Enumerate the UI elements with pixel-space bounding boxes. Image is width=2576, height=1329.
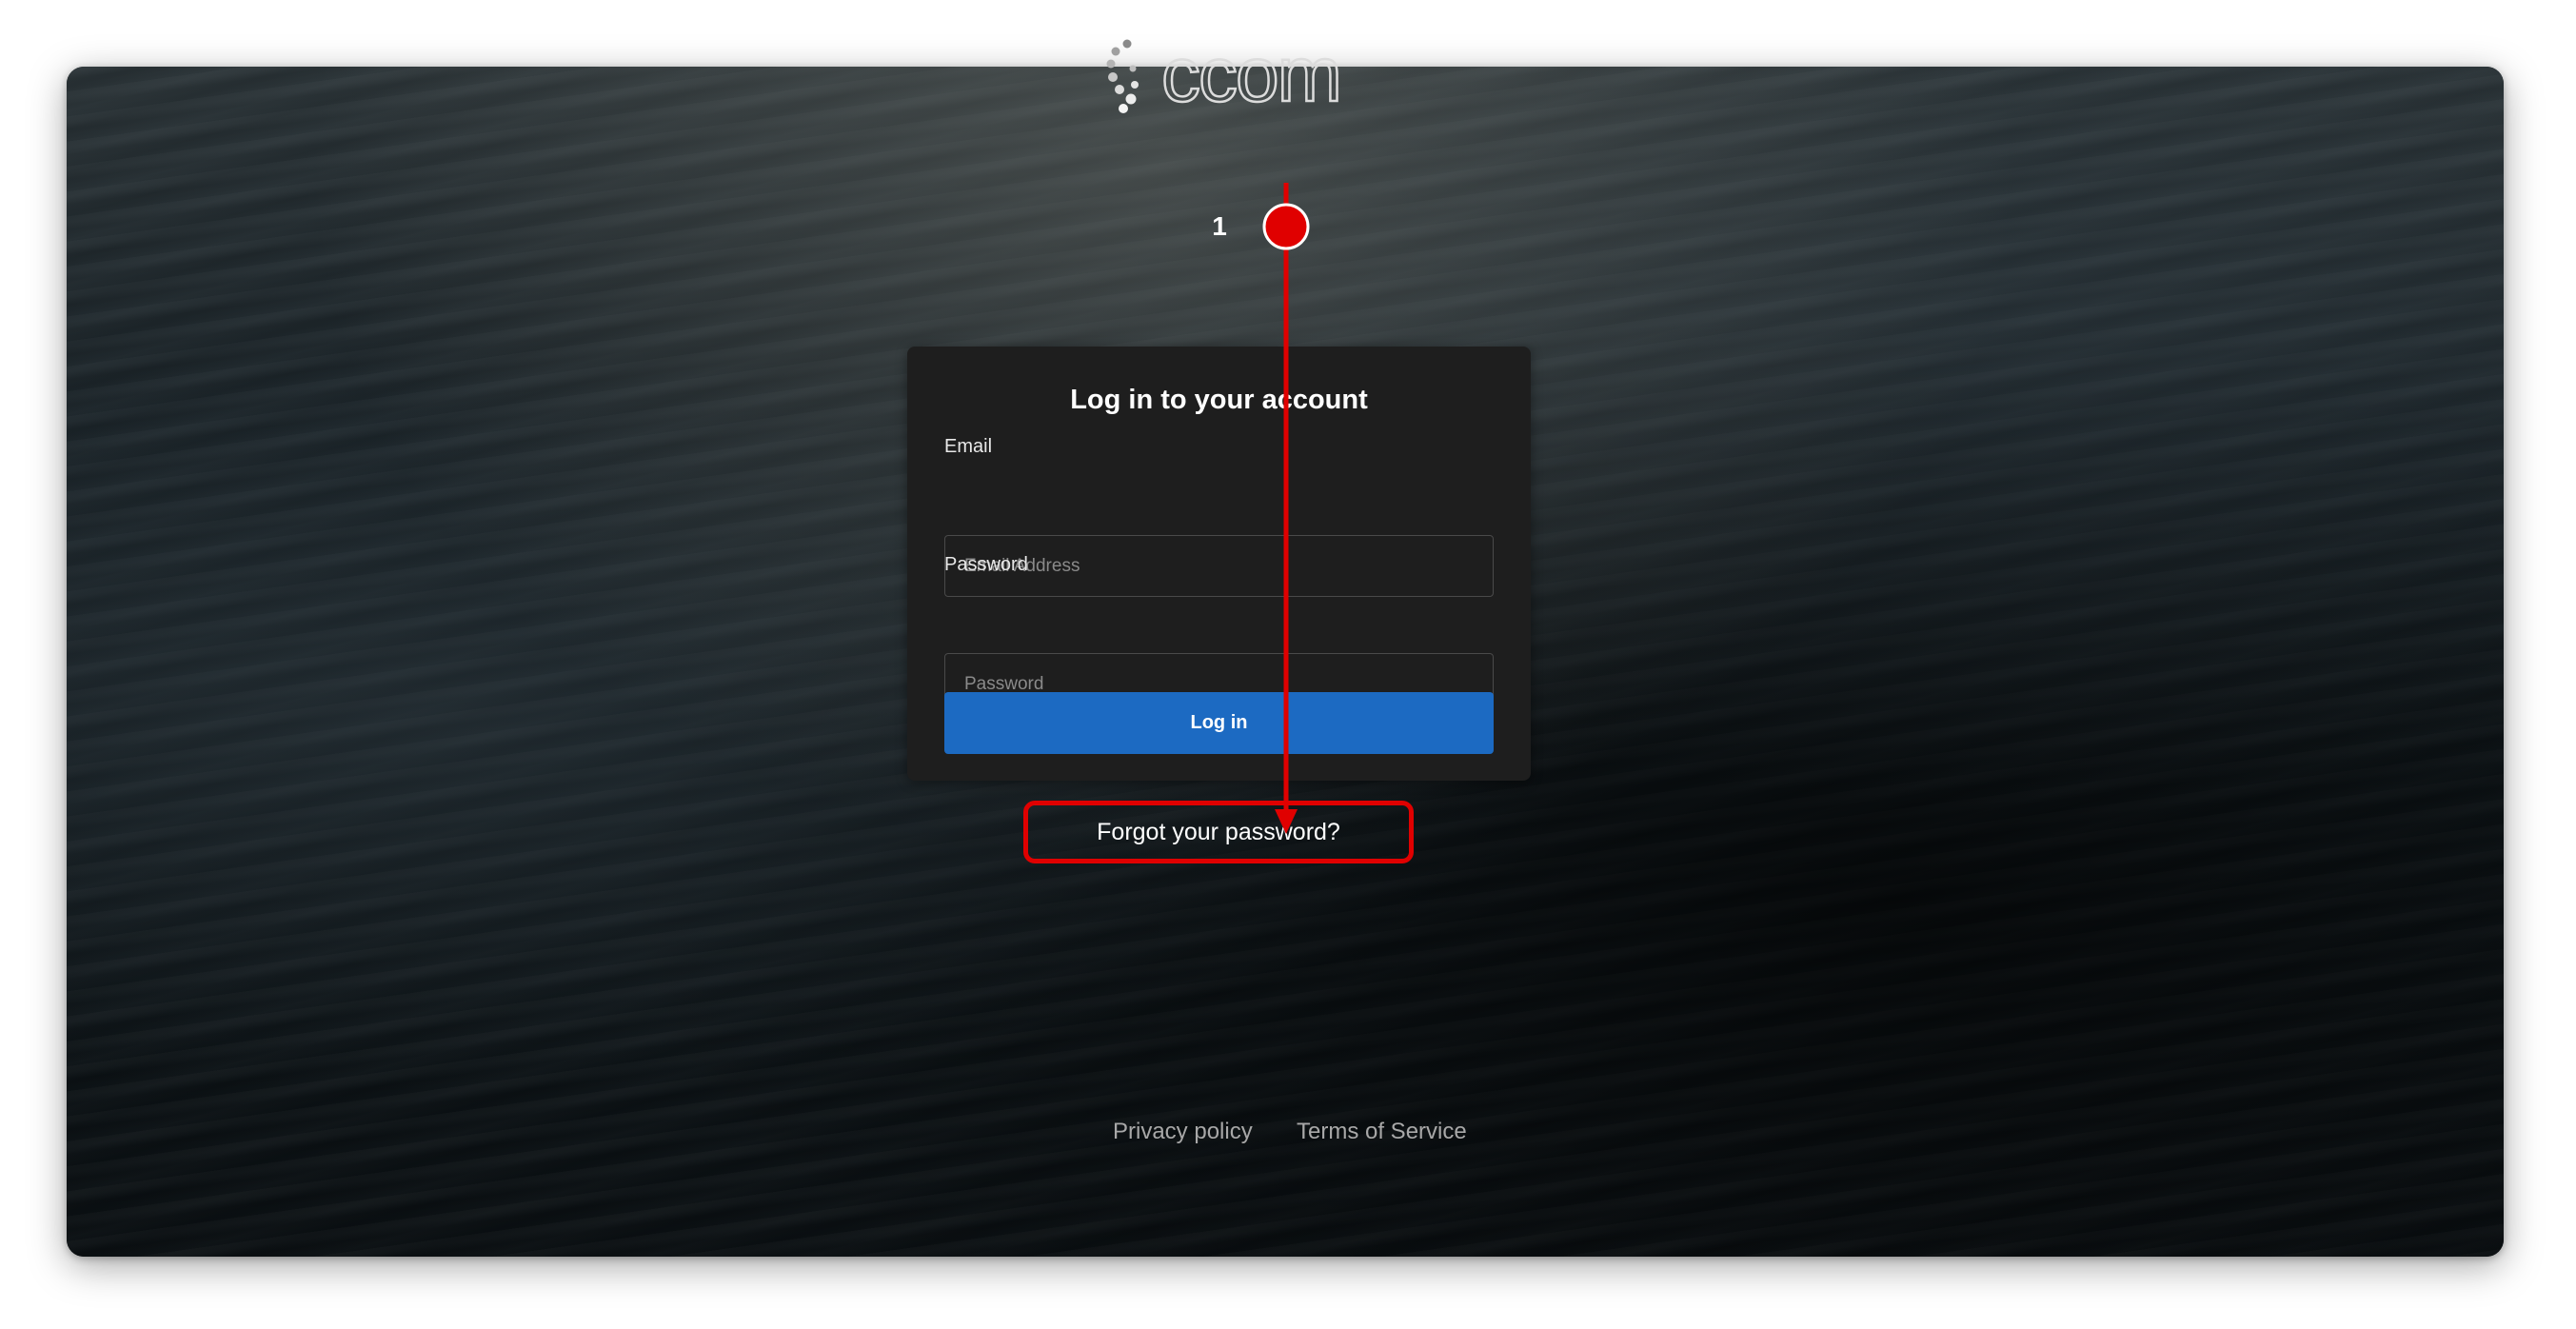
annotation-step-number: 1 <box>1212 211 1227 241</box>
logo-text: ccom <box>1160 30 1343 119</box>
card-title: Log in to your account <box>1070 385 1368 415</box>
privacy-policy-link[interactable]: Privacy policy <box>1113 1119 1253 1145</box>
terms-of-service-link[interactable]: Terms of Service <box>1297 1119 1467 1145</box>
login-button[interactable]: Log in <box>944 692 1494 754</box>
password-label: Password <box>944 554 1028 575</box>
ccom-logo: ccom <box>1085 30 1361 119</box>
dotted-spinner-icon <box>1106 39 1139 113</box>
forgot-password-link[interactable]: Forgot your password? <box>1023 801 1414 863</box>
email-label: Email <box>944 436 993 457</box>
login-card: Log in to your account Email Password Lo… <box>907 347 1531 781</box>
